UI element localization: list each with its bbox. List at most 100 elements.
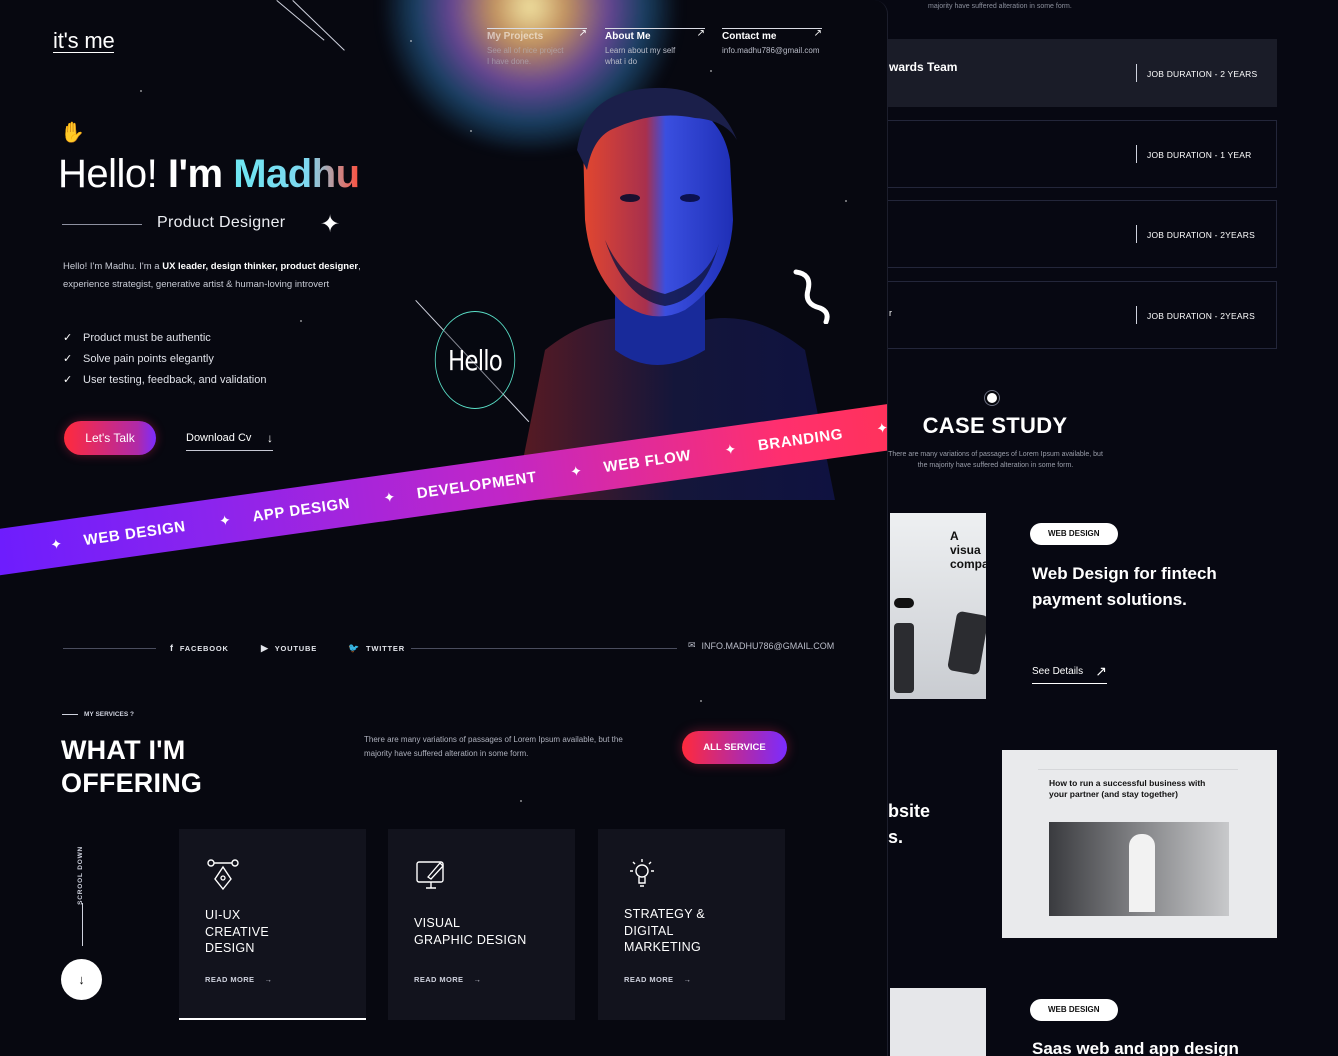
nav-title: My Projects	[487, 31, 544, 42]
read-more-link[interactable]: READ MORE →	[414, 975, 481, 984]
ribbon-item: BRANDING	[756, 425, 844, 454]
im-text: I'm	[167, 152, 223, 196]
pen-tool-icon	[207, 859, 239, 891]
service-card-uiux[interactable]: UI-UX CREATIVE DESIGN READ MORE →	[179, 829, 366, 1020]
phone-mockup	[947, 610, 986, 676]
divider	[63, 648, 156, 649]
ribbon-item: APP DESIGN	[251, 494, 352, 525]
decorative-line	[276, 0, 325, 41]
service-card-title: UI-UX CREATIVE DESIGN	[205, 908, 269, 955]
sparkle-icon: ✦	[723, 440, 738, 458]
read-more-label: READ MORE	[205, 975, 255, 984]
checklist-item: ✓ User testing, feedback, and validation	[63, 369, 266, 390]
nav-about-me[interactable]: About Me Learn about my self what i do ↗	[605, 28, 705, 67]
logo-underline	[53, 52, 114, 53]
read-more-label: READ MORE	[414, 975, 464, 984]
job-row[interactable]: wards Team JOB DURATION - 2 YEARS	[880, 39, 1277, 107]
decorative-line	[292, 0, 345, 51]
email-link[interactable]: ✉ INFO.MADHU786@GMAIL.COM	[688, 640, 834, 651]
facebook-link[interactable]: f FACEBOOK	[170, 643, 229, 653]
image-title: How to run a successful business with yo…	[1049, 778, 1206, 799]
arrow-up-right-icon: ↗	[813, 28, 822, 39]
divider	[1136, 145, 1137, 163]
arrow-up-right-icon: ↗	[696, 28, 705, 39]
kicker-line	[62, 714, 78, 715]
star-dot	[520, 800, 522, 802]
twitter-link[interactable]: 🐦 TWITTER	[348, 643, 405, 654]
intro-bold: UX leader, design thinker, product desig…	[162, 261, 359, 272]
facebook-icon: f	[170, 643, 174, 653]
sparkle-icon: ✦	[218, 511, 232, 529]
scroll-down-button[interactable]: ↓	[61, 959, 102, 1000]
ribbon-item: DEVELOPMENT	[415, 468, 538, 502]
role-line	[62, 224, 142, 225]
case-study-image[interactable]: A visua compa	[890, 513, 986, 699]
section-dot-icon	[987, 393, 997, 403]
lets-talk-button[interactable]: Let's Talk	[64, 421, 156, 455]
arrow-right-icon: →	[683, 975, 692, 984]
see-details-link[interactable]: See Details ↗	[1032, 663, 1107, 684]
scroll-down-label: SCROOL DOWN	[77, 846, 84, 905]
job-row[interactable]: r JOB DURATION - 2YEARS	[880, 281, 1277, 349]
email-label: INFO.MADHU786@GMAIL.COM	[701, 640, 835, 651]
youtube-link[interactable]: ▶ YOUTUBE	[261, 643, 317, 654]
hello-badge: Hello	[434, 311, 516, 409]
checklist-item: ✓ Solve pain points elegantly	[63, 348, 266, 369]
ribbon-item: WEB DESIGN	[82, 517, 187, 549]
top-note: majority have suffered alteration in som…	[928, 3, 1072, 10]
youtube-label: YOUTUBE	[274, 644, 318, 653]
star-dot	[470, 130, 472, 132]
download-arrow-icon: ↓	[267, 431, 273, 445]
read-more-link[interactable]: READ MORE →	[624, 975, 691, 984]
checklist: ✓ Product must be authentic ✓ Solve pain p…	[63, 327, 266, 390]
divider	[1136, 306, 1137, 324]
scroll-line	[82, 903, 83, 946]
read-more-link[interactable]: READ MORE →	[205, 975, 272, 984]
job-duration: JOB DURATION - 2YEARS	[1147, 311, 1255, 321]
arrow-right-icon: →	[264, 975, 273, 984]
star-dot	[845, 200, 847, 202]
intro-text: Hello! I'm Madhu. I'm a	[63, 261, 163, 272]
service-card-title: STRATEGY & DIGITAL MARKETING	[624, 907, 706, 954]
greeting: Hello!	[58, 152, 158, 196]
nav-description: info.madhu786@gmail.com	[722, 46, 820, 55]
category-badge: WEB DESIGN	[1030, 999, 1118, 1021]
youtube-icon: ▶	[261, 643, 269, 653]
job-duration: JOB DURATION - 2 YEARS	[1147, 69, 1258, 79]
checklist-label: User testing, feedback, and validation	[83, 373, 267, 386]
job-duration: JOB DURATION - 2YEARS	[1147, 230, 1255, 240]
read-more-label: READ MORE	[624, 975, 674, 984]
case-heading-partial: bsite	[888, 801, 931, 821]
case-study-image[interactable]: How to run a successful business with yo…	[1002, 750, 1277, 938]
check-icon: ✓	[63, 353, 73, 365]
all-service-button[interactable]: ALL SERVICE	[682, 731, 787, 764]
photo	[1049, 822, 1229, 916]
arrow-up-right-icon: ↗	[578, 28, 587, 39]
waving-hand-icon: ✋	[60, 122, 85, 144]
service-card-title: VISUAL GRAPHIC DESIGN	[414, 916, 527, 947]
twitter-label: TWITTER	[366, 644, 405, 653]
services-description: There are many variations of passages of…	[364, 735, 623, 758]
nav-contact-me[interactable]: Contact me info.madhu786@gmail.com ↗	[722, 28, 822, 56]
download-cv-link[interactable]: Download Cv ↓	[186, 431, 273, 451]
star-dot	[140, 90, 142, 92]
job-duration: JOB DURATION - 1 YEAR	[1147, 150, 1252, 160]
nav-description: See all of nice project I have done.	[487, 46, 564, 66]
category-badge: WEB DESIGN	[1030, 523, 1118, 545]
main-hero-card: it's me My Projects See all of nice proj…	[0, 0, 888, 1056]
page: majority have suffered alteration in som…	[0, 0, 1338, 1056]
service-card-graphic[interactable]: VISUAL GRAPHIC DESIGN READ MORE →	[388, 829, 575, 1020]
hero-intro: Hello! I'm Madhu. I'm a UX leader, desig…	[63, 258, 383, 294]
checklist-label: Solve pain points elegantly	[83, 352, 214, 365]
service-card-strategy[interactable]: STRATEGY & DIGITAL MARKETING READ MORE →	[598, 829, 785, 1020]
nav-my-projects[interactable]: My Projects See all of nice project I ha…	[487, 28, 587, 67]
services-kicker: MY SERVICES ?	[62, 711, 134, 718]
divider	[411, 648, 677, 649]
site-logo[interactable]: it's me	[53, 28, 115, 54]
nav-title: About Me	[605, 31, 651, 42]
job-row[interactable]: JOB DURATION - 1 YEAR	[880, 120, 1277, 188]
job-row[interactable]: JOB DURATION - 2YEARS	[880, 200, 1277, 268]
squiggle-icon	[793, 269, 830, 324]
sparkle-icon: ✦	[569, 461, 583, 480]
case-study-image[interactable]	[890, 988, 986, 1056]
